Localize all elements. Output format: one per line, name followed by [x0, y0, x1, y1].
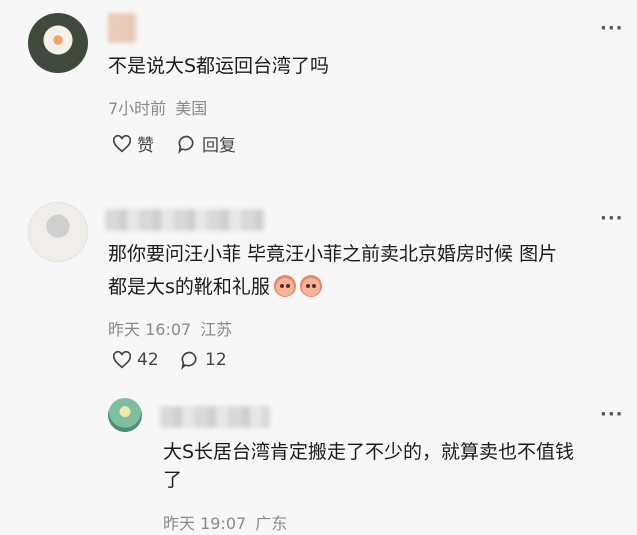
comment-time: 昨天 16:07 [108, 320, 192, 339]
speech-bubble-icon [181, 351, 197, 370]
avatar[interactable] [28, 202, 88, 262]
username-blurred [105, 209, 265, 231]
reply-text-line-1: 大S长居台湾肯定搬走了不少的，就算卖也不值钱 [163, 441, 575, 463]
like-button[interactable]: 42 [112, 350, 159, 370]
heart-outline-icon [112, 134, 132, 152]
comment-location: 江苏 [200, 320, 233, 339]
speech-bubble-icon [178, 135, 194, 154]
username-blurred [108, 13, 136, 43]
reply-meta: 昨天 19:07 广东 [163, 510, 287, 534]
comment-text-line-2: 都是大s的靴和礼服 [108, 273, 322, 301]
like-button[interactable]: 赞 [112, 131, 154, 156]
more-options-icon[interactable]: ··· [600, 208, 624, 229]
avatar[interactable] [108, 398, 142, 432]
comment-text: 不是说大S都运回台湾了吗 [108, 55, 330, 77]
reply-button[interactable]: 回复 [177, 131, 236, 156]
crying-face-emoji [273, 275, 296, 297]
reply-time: 昨天 19:07 [163, 514, 247, 533]
reply-label: 回复 [202, 136, 236, 156]
comment-1: ··· 不是说大S都运回台湾了吗 7小时前 美国 赞 回复 [0, 0, 637, 170]
reply-comment: ··· 大S长居台湾肯定搬走了不少的，就算卖也不值钱 了 昨天 19:07 广东 [0, 390, 637, 535]
comment-meta: 昨天 16:07 江苏 [108, 316, 232, 340]
comment-meta: 7小时前 美国 [108, 95, 207, 119]
username-blurred [160, 406, 270, 428]
more-options-icon[interactable]: ··· [600, 404, 624, 425]
like-label: 赞 [137, 136, 154, 156]
comment-time: 7小时前 [108, 99, 167, 118]
comment-text-line-2-content: 都是大s的靴和礼服 [108, 276, 270, 298]
more-options-icon[interactable]: ··· [600, 18, 624, 39]
like-count: 42 [137, 350, 159, 370]
reply-button[interactable]: 12 [180, 350, 227, 370]
reply-count: 12 [205, 350, 227, 370]
comment-location: 美国 [175, 99, 208, 118]
reply-text-line-2: 了 [163, 469, 183, 491]
reply-location: 广东 [255, 514, 288, 533]
avatar[interactable] [28, 13, 88, 73]
comment-text-line-1: 那你要问汪小菲 毕竟汪小菲之前卖北京婚房时候 图片 [108, 243, 558, 265]
crying-face-emoji [299, 275, 322, 297]
comment-2: ··· 那你要问汪小菲 毕竟汪小菲之前卖北京婚房时候 图片 都是大s的靴和礼服 … [0, 190, 637, 390]
heart-outline-icon [112, 351, 132, 369]
